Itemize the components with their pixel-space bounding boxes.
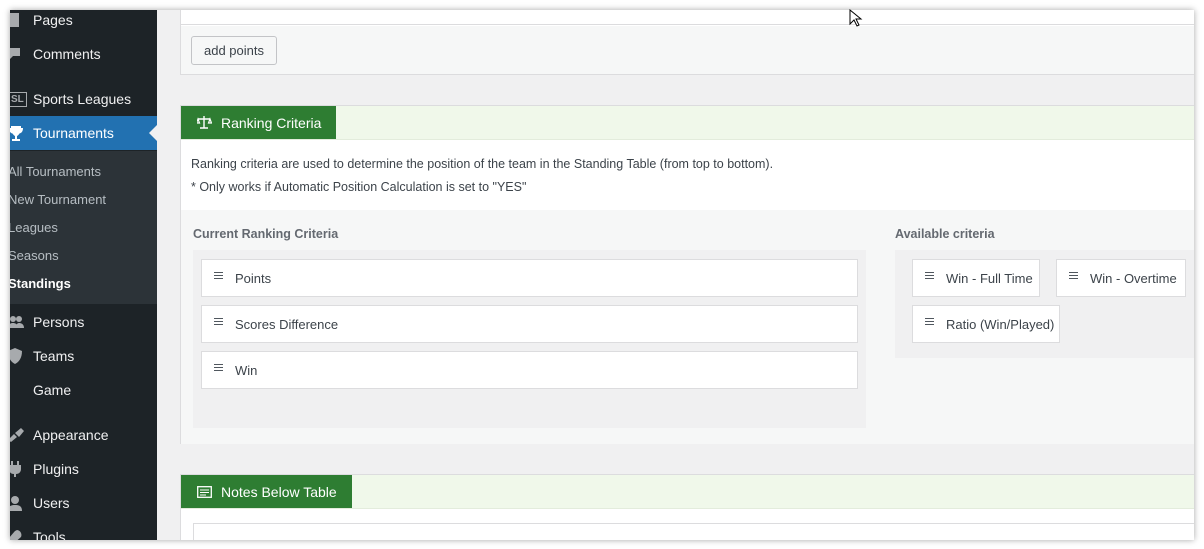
current-criteria-list: Points Scores Difference Win bbox=[193, 250, 866, 428]
tournaments-submenu: All Tournaments New Tournament Leagues S… bbox=[10, 151, 157, 304]
plugins-icon bbox=[10, 459, 30, 479]
shield-icon bbox=[10, 346, 30, 366]
submenu-all-tournaments[interactable]: All Tournaments bbox=[10, 164, 101, 179]
notes-editor[interactable] bbox=[193, 523, 1194, 540]
criteria-label: Ratio (Win/Played) bbox=[946, 316, 1055, 332]
menu-item-comments[interactable]: Comments bbox=[10, 37, 157, 71]
ranking-criteria-header: Ranking Criteria bbox=[181, 106, 1194, 140]
criteria-area: Current Ranking Criteria Points Scores D… bbox=[181, 210, 1194, 444]
ranking-description: Ranking criteria are used to determine t… bbox=[191, 157, 774, 171]
criteria-label: Win - Full Time bbox=[946, 270, 1033, 286]
menu-label: Game bbox=[33, 382, 72, 398]
trophy-icon bbox=[10, 123, 30, 143]
menu-item-tools[interactable]: Tools bbox=[10, 520, 157, 540]
available-criteria-heading: Available criteria bbox=[895, 227, 995, 241]
ranking-note: * Only works if Automatic Position Calcu… bbox=[191, 180, 527, 194]
users-icon bbox=[10, 493, 30, 513]
game-icon bbox=[10, 380, 30, 400]
points-panel-table-edge bbox=[181, 10, 1194, 25]
notes-tab: Notes Below Table bbox=[181, 475, 352, 508]
menu-label: Plugins bbox=[33, 461, 79, 477]
sl-logo-text: SL bbox=[10, 91, 27, 107]
menu-item-teams[interactable]: Teams bbox=[10, 339, 157, 373]
current-criteria-heading: Current Ranking Criteria bbox=[193, 227, 339, 241]
paintbrush-icon bbox=[10, 425, 30, 445]
sl-logo-icon: SL bbox=[10, 89, 30, 109]
points-panel-footer bbox=[181, 26, 1194, 74]
criteria-label: Win - Overtime bbox=[1090, 270, 1177, 286]
menu-item-persons[interactable]: Persons bbox=[10, 305, 157, 339]
note-icon bbox=[197, 485, 212, 498]
drag-handle-icon[interactable] bbox=[214, 317, 223, 325]
criteria-label: Win bbox=[235, 362, 258, 378]
menu-label: Persons bbox=[33, 314, 85, 330]
persons-icon bbox=[10, 312, 30, 332]
menu-label: Users bbox=[33, 495, 70, 511]
ranking-criteria-title: Ranking Criteria bbox=[221, 114, 322, 131]
comments-icon bbox=[10, 44, 30, 64]
ranking-criteria-tab: Ranking Criteria bbox=[181, 106, 337, 139]
drag-handle-icon[interactable] bbox=[925, 317, 934, 325]
criteria-item-win[interactable]: Win bbox=[201, 351, 858, 389]
available-criteria-list: Win - Full Time Win - Overtime Ratio (Wi… bbox=[895, 250, 1194, 358]
submenu-seasons[interactable]: Seasons bbox=[10, 248, 59, 263]
drag-handle-icon[interactable] bbox=[1069, 271, 1078, 279]
menu-label: Tournaments bbox=[33, 125, 114, 141]
menu-item-appearance[interactable]: Appearance bbox=[10, 418, 157, 452]
balance-scale-icon bbox=[197, 115, 212, 129]
menu-item-users[interactable]: Users bbox=[10, 486, 157, 520]
pages-icon bbox=[10, 10, 30, 30]
tools-icon bbox=[10, 527, 30, 540]
notes-header: Notes Below Table bbox=[181, 475, 1194, 509]
criteria-item-ratio[interactable]: Ratio (Win/Played) bbox=[912, 305, 1060, 343]
menu-item-plugins[interactable]: Plugins bbox=[10, 452, 157, 486]
menu-label: Teams bbox=[33, 348, 75, 364]
criteria-label: Scores Difference bbox=[235, 316, 339, 332]
submenu-standings[interactable]: Standings bbox=[10, 276, 71, 291]
menu-item-pages[interactable]: Pages bbox=[10, 10, 157, 37]
menu-label: Appearance bbox=[33, 427, 109, 443]
menu-item-sports-leagues[interactable]: SL Sports Leagues bbox=[10, 82, 157, 116]
submenu-new-tournament[interactable]: New Tournament bbox=[10, 192, 106, 207]
drag-handle-icon[interactable] bbox=[214, 271, 223, 279]
criteria-label: Points bbox=[235, 270, 272, 286]
menu-label: Tools bbox=[33, 529, 66, 540]
criteria-item-points[interactable]: Points bbox=[201, 259, 858, 297]
mouse-cursor-icon bbox=[849, 9, 863, 27]
add-points-button[interactable]: add points bbox=[191, 36, 277, 65]
criteria-item-scores-difference[interactable]: Scores Difference bbox=[201, 305, 858, 343]
menu-item-game[interactable]: Game bbox=[10, 373, 157, 407]
ranking-criteria-panel: Ranking Criteria Ranking criteria are us… bbox=[180, 105, 1194, 444]
menu-item-tournaments[interactable]: Tournaments bbox=[10, 116, 157, 150]
menu-label: Comments bbox=[33, 46, 101, 62]
admin-sidebar: Pages Comments SL Sports Leagues Tournam… bbox=[10, 10, 157, 540]
menu-label: Pages bbox=[33, 12, 73, 28]
drag-handle-icon[interactable] bbox=[214, 363, 223, 371]
wordpress-admin-window: Pages Comments SL Sports Leagues Tournam… bbox=[10, 10, 1194, 540]
drag-handle-icon[interactable] bbox=[925, 271, 934, 279]
criteria-item-win-full-time[interactable]: Win - Full Time bbox=[912, 259, 1040, 297]
submenu-leagues[interactable]: Leagues bbox=[10, 220, 58, 235]
notes-title: Notes Below Table bbox=[221, 483, 337, 500]
points-panel: add points bbox=[180, 10, 1194, 75]
notes-below-table-panel: Notes Below Table bbox=[180, 474, 1194, 540]
main-content: add points Ranking Criteria Ranking crit… bbox=[157, 10, 1194, 540]
criteria-item-win-overtime[interactable]: Win - Overtime bbox=[1056, 259, 1186, 297]
menu-label: Sports Leagues bbox=[33, 91, 132, 107]
